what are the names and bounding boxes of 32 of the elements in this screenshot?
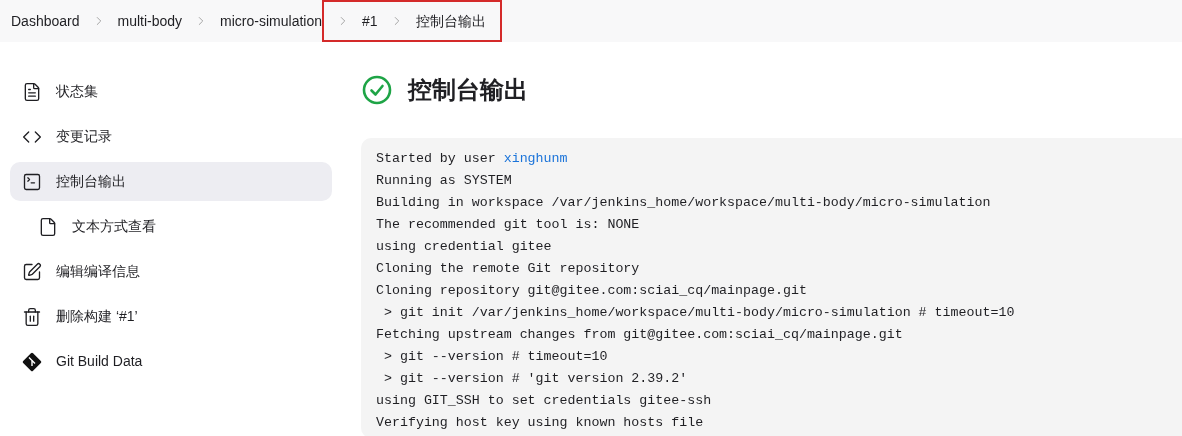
console-line: using GIT_SSH to set credentials gitee-ssh [376, 392, 713, 410]
page-title: 控制台输出 [408, 75, 528, 105]
console-line: > git init /var/jenkins_home/workspace/multi-body/micro-simulation # timeout=10 [382, 304, 1016, 322]
console-line: Running as SYSTEM [376, 172, 513, 190]
document-icon [38, 216, 58, 237]
sidebar-item[interactable]: 状态集 [10, 72, 332, 111]
sidebar-item[interactable]: 编辑编译信息 [10, 252, 332, 291]
trash-icon [22, 306, 42, 327]
console-line: using credential gitee [376, 238, 553, 256]
sidebar-item[interactable]: 删除构建 ‘#1’ [10, 297, 332, 336]
console-line: > git --version # 'git version 2.39.2' [382, 370, 689, 388]
sidebar-item[interactable]: 控制台输出 [10, 162, 332, 201]
console-line: Fetching upstream changes from git@gitee.com:sciai_cq/mainpage.git [376, 326, 904, 344]
console-line: The recommended git tool is: NONE [376, 216, 641, 234]
sidebar-item[interactable]: Git Build Data [10, 342, 332, 381]
breadcrumb-link[interactable]: #1 [362, 10, 378, 32]
user-link[interactable]: xinghunm [503, 151, 568, 166]
console-line: Started by user xinghunm [376, 150, 569, 168]
terminal-icon [22, 171, 42, 192]
sidebar-item[interactable]: 文本方式查看 [10, 207, 332, 246]
document-icon [22, 81, 42, 102]
breadcrumb-link[interactable]: Dashboard [11, 10, 80, 32]
console-line: Verifying host key using known hosts file [376, 414, 705, 432]
breadcrumb-link[interactable]: micro-simulation [220, 10, 322, 32]
console-line: Cloning repository git@gitee.com:sciai_cq/mainpage.git [376, 282, 808, 300]
edit-icon [22, 261, 42, 282]
console-line: > git --version # timeout=10 [382, 348, 609, 366]
console-line: Cloning the remote Git repository [376, 260, 641, 278]
breadcrumb-link[interactable]: multi-body [117, 10, 183, 32]
console-line: Building in workspace /var/jenkins_home/workspace/multi-body/micro-simulation [376, 194, 992, 212]
sidebar-item[interactable]: 变更记录 [10, 117, 332, 156]
breadcrumb-link[interactable]: 控制台输出 [415, 10, 486, 32]
